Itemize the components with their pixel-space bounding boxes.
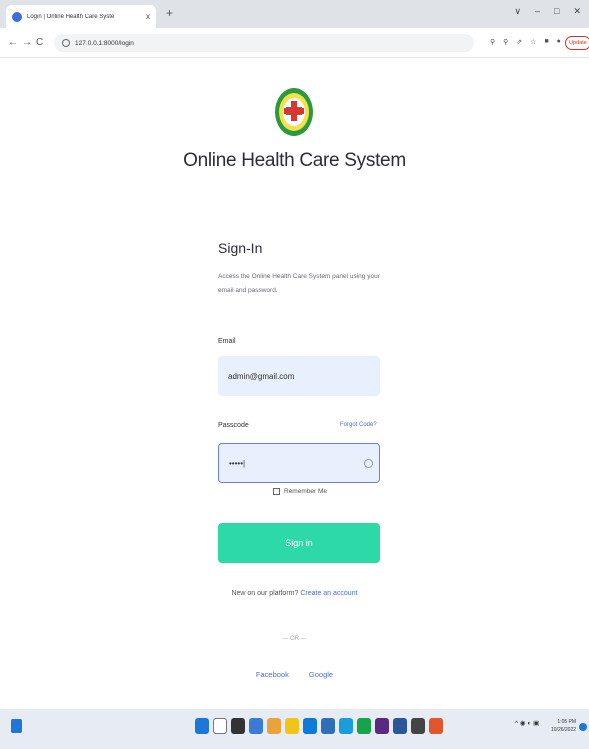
tab-close-icon[interactable]: x: [146, 12, 150, 21]
taskview-icon[interactable]: [231, 718, 245, 734]
reload-icon[interactable]: C: [36, 37, 43, 48]
facebook-link[interactable]: Facebook: [256, 670, 289, 679]
remember-label: Remember Me: [284, 488, 327, 495]
forward-icon[interactable]: →: [22, 37, 32, 48]
new-tab-button[interactable]: +: [166, 6, 173, 20]
app-icon-2[interactable]: [357, 718, 371, 734]
tab-title: Login | Online Health Care Syste: [27, 13, 115, 20]
os-taskbar: ^ ◉ ◐ ▣ 1:05 PM 10/26/2022: [0, 709, 589, 749]
url-text: 127.0.0.1:8000/login: [75, 39, 134, 47]
new-account-row: New on our platform? Create an account: [0, 590, 589, 597]
star-icon[interactable]: ☆: [530, 38, 536, 46]
forgot-code-link[interactable]: Forgot Code?: [340, 422, 377, 428]
signin-heading: Sign-In: [218, 240, 263, 256]
key-icon[interactable]: ⚲: [490, 38, 495, 46]
start-icon[interactable]: [195, 718, 209, 734]
app-icon-3[interactable]: [375, 718, 389, 734]
passcode-value: •••••|: [229, 458, 246, 468]
maximize-icon[interactable]: □: [554, 6, 559, 17]
address-bar[interactable]: 127.0.0.1:8000/login: [54, 34, 474, 52]
toolbar-icons: ⚲ ⚲ ⇗ ☆ ■ ●: [490, 38, 561, 46]
update-button[interactable]: Update: [565, 36, 589, 50]
close-window-icon[interactable]: ✕: [573, 6, 581, 17]
signin-button[interactable]: Sign in: [218, 523, 380, 563]
health-logo-icon: [275, 88, 313, 136]
back-icon[interactable]: ←: [8, 37, 18, 48]
eye-icon[interactable]: [364, 459, 373, 468]
signin-description: Access the Online Health Care System pan…: [218, 273, 380, 294]
create-account-link[interactable]: Create an account: [300, 590, 357, 597]
edge-icon[interactable]: [303, 718, 317, 734]
app-icon-6[interactable]: [429, 718, 443, 734]
site-info-icon[interactable]: [62, 39, 70, 47]
zoom-icon[interactable]: ⚲: [503, 38, 508, 46]
google-link[interactable]: Google: [309, 670, 333, 679]
email-field[interactable]: admin@gmail.com: [218, 356, 380, 396]
clock[interactable]: 1:05 PM 10/26/2022: [551, 718, 576, 734]
store-icon[interactable]: [321, 718, 335, 734]
app-icon-4[interactable]: [393, 718, 407, 734]
minimize-icon[interactable]: –: [535, 6, 540, 17]
browser-tab[interactable]: Login | Online Health Care Syste x: [6, 5, 156, 28]
search-icon[interactable]: [213, 718, 227, 734]
screen: Login | Online Health Care Syste x + ∨ –…: [0, 0, 589, 749]
share-icon[interactable]: ⇗: [516, 38, 522, 46]
browser-toolbar: ← → C 127.0.0.1:8000/login ⚲ ⚲ ⇗ ☆ ■ ● U…: [0, 28, 589, 58]
email-label: Email: [218, 338, 236, 345]
remember-checkbox[interactable]: [273, 488, 280, 495]
widgets-icon[interactable]: [11, 719, 22, 733]
profile-icon[interactable]: ●: [557, 38, 561, 46]
sidepanel-icon[interactable]: ■: [544, 38, 548, 46]
passcode-label: Passcode: [218, 422, 249, 429]
clock-date: 10/26/2022: [551, 727, 577, 733]
window-controls: ∨ – □ ✕: [514, 6, 581, 17]
taskbar-apps: [195, 718, 443, 734]
app-icon-5[interactable]: [411, 718, 425, 734]
passcode-field[interactable]: •••••|: [218, 443, 380, 483]
explorer-icon[interactable]: [285, 718, 299, 734]
chrome-icon[interactable]: [267, 718, 281, 734]
social-login: Facebook Google: [0, 670, 589, 679]
chat-icon[interactable]: [249, 718, 263, 734]
browser-tabbar: Login | Online Health Care Syste x + ∨ –…: [0, 0, 589, 28]
app-icon-1[interactable]: [339, 718, 353, 734]
remember-me[interactable]: Remember Me: [273, 488, 327, 495]
notification-icon[interactable]: [579, 723, 587, 731]
new-account-text: New on our platform?: [231, 590, 299, 597]
clock-time: 1:05 PM: [557, 719, 577, 725]
or-divider: — OR —: [282, 636, 307, 642]
favicon-icon: [12, 11, 22, 22]
system-tray[interactable]: ^ ◉ ◐ ▣: [515, 719, 539, 727]
app-title: Online Health Care System: [183, 150, 406, 171]
chevron-down-icon[interactable]: ∨: [514, 6, 521, 17]
